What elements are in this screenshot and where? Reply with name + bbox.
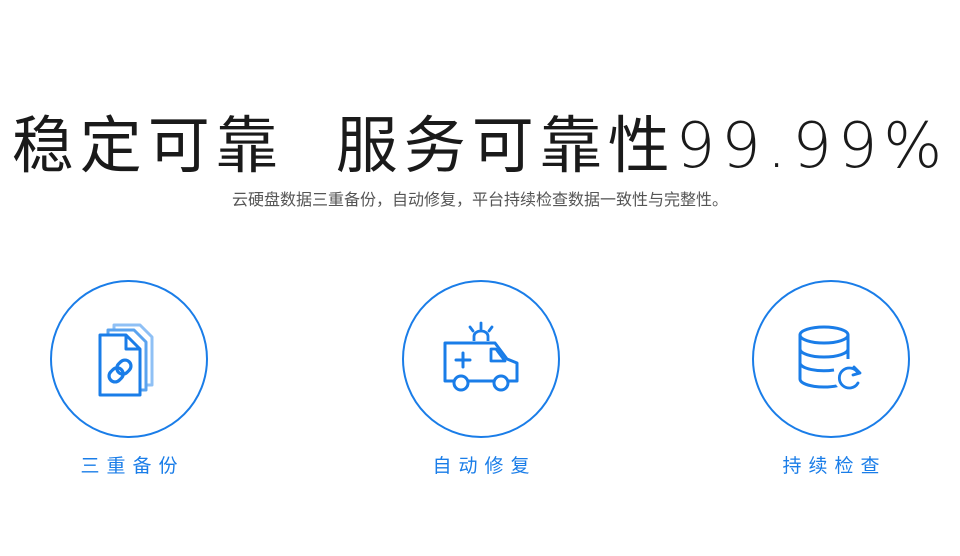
linked-documents-icon	[98, 323, 154, 397]
database-refresh-icon	[798, 325, 864, 392]
feature-label: 三重备份	[80, 455, 185, 477]
feature-label: 持续检查	[782, 455, 887, 477]
feature-circle	[752, 280, 910, 438]
feature-label: 自动修复	[432, 455, 537, 477]
headline-stable: 稳定可靠	[11, 109, 284, 182]
feature-auto-repair: 自动修复	[402, 280, 560, 478]
page-subtitle: 云硬盘数据三重备份，自动修复，平台持续检查数据一致性与完整性。	[231, 190, 728, 209]
feature-triple-backup: 三重备份	[50, 280, 208, 478]
feature-continuous-check: 持续检查	[752, 280, 910, 478]
headline-reliability: 服务可靠性99.99%	[335, 109, 949, 182]
feature-circle	[402, 280, 560, 438]
page-title: 稳定可靠 服务可靠性99.99%	[0, 108, 960, 184]
ambulance-icon	[443, 321, 519, 392]
feature-circle	[50, 280, 208, 438]
